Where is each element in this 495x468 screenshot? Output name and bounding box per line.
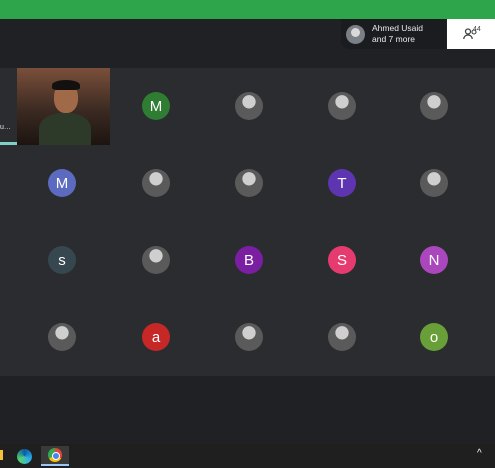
participant-tile[interactable]: B: [202, 222, 296, 298]
video-body: [39, 113, 91, 145]
participant-tile[interactable]: [109, 145, 203, 221]
chrome-icon: [48, 448, 62, 462]
people-count: 44: [473, 26, 481, 33]
participant-avatar: [328, 323, 356, 351]
participant-tile[interactable]: N: [387, 222, 481, 298]
participant-tile[interactable]: [15, 299, 109, 375]
avatar: [346, 24, 365, 44]
participant-avatar: [235, 169, 263, 197]
participant-tile[interactable]: a: [109, 299, 203, 375]
participants-more: and 7 more: [372, 34, 415, 44]
participant-avatar: M: [48, 169, 76, 197]
lower-area: [0, 376, 495, 444]
participant-avatar: [328, 92, 356, 120]
participant-tile[interactable]: [387, 145, 481, 221]
participant-tile[interactable]: [387, 68, 481, 144]
participant-avatar: o: [420, 323, 448, 351]
participant-avatar: B: [235, 246, 263, 274]
participant-avatar: s: [48, 246, 76, 274]
video-tile[interactable]: [17, 68, 110, 145]
participant-tile[interactable]: [295, 299, 389, 375]
participants-preview[interactable]: Ahmed Usaid and 7 more: [341, 19, 446, 49]
participant-tile[interactable]: o: [387, 299, 481, 375]
participant-avatar: N: [420, 246, 448, 274]
edge-icon: [16, 448, 32, 464]
participant-tile[interactable]: M: [109, 68, 203, 144]
participant-avatar: T: [328, 169, 356, 197]
participant-avatar: [142, 246, 170, 274]
participant-tile[interactable]: T: [295, 145, 389, 221]
participant-tile[interactable]: [202, 145, 296, 221]
left-participant-name: u…: [0, 124, 11, 131]
participant-name: Ahmed Usaid: [372, 23, 424, 33]
participant-avatar: [235, 323, 263, 351]
participant-avatar: [142, 169, 170, 197]
participant-tile[interactable]: [109, 222, 203, 298]
people-button[interactable]: 44: [447, 19, 495, 49]
tray-chevron[interactable]: ^: [477, 448, 482, 459]
file-explorer-icon[interactable]: [0, 450, 3, 460]
video-hair: [52, 80, 80, 90]
participant-avatar: a: [142, 323, 170, 351]
participant-tile[interactable]: [202, 299, 296, 375]
participant-tile[interactable]: s: [15, 222, 109, 298]
windows-taskbar: [0, 444, 495, 468]
participant-tile[interactable]: M: [15, 145, 109, 221]
participant-avatar: S: [328, 246, 356, 274]
participant-avatar: [48, 323, 76, 351]
participant-avatar: [420, 92, 448, 120]
participant-tile[interactable]: [202, 68, 296, 144]
participant-avatar: [235, 92, 263, 120]
participant-avatar: [420, 169, 448, 197]
top-banner: [0, 0, 495, 19]
participants-preview-text: Ahmed Usaid and 7 more: [372, 23, 423, 45]
participant-tile[interactable]: S: [295, 222, 389, 298]
participant-tile[interactable]: [295, 68, 389, 144]
participant-avatar: M: [142, 92, 170, 120]
chrome-taskbar-button[interactable]: [41, 446, 69, 466]
edge-taskbar-button[interactable]: [14, 446, 34, 466]
